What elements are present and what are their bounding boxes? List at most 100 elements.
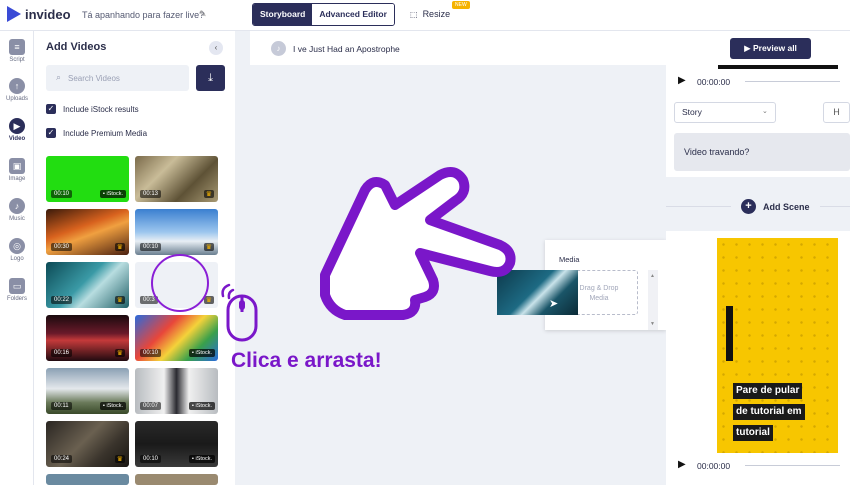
istock-badge: ▪ iStock. — [189, 349, 215, 357]
istock-badge: ▪ iStock. — [189, 402, 215, 410]
duration-badge: 00:11 — [51, 402, 72, 410]
premium-crown-icon: ♛ — [114, 296, 125, 304]
scroll-up-icon[interactable]: ▲ — [650, 273, 655, 279]
search-input[interactable] — [46, 65, 189, 91]
resize-icon: ⬚ — [410, 9, 418, 19]
duration-badge: 00:10 — [140, 349, 162, 357]
rail-item-video[interactable]: ▶ Video — [0, 118, 34, 142]
song-title[interactable]: I ve Just Had an Apostrophe — [293, 44, 400, 54]
rail-label: Logo — [10, 256, 24, 262]
plus-icon: + — [741, 199, 756, 214]
rail-item-folders[interactable]: ▭ Folders — [0, 278, 34, 302]
video-thumbnail-partial[interactable] — [135, 474, 218, 485]
playback-track[interactable] — [745, 81, 840, 82]
duration-badge: 00:24 — [51, 455, 73, 463]
rail-label: Music — [9, 216, 25, 222]
app-logo[interactable]: invideo — [7, 6, 71, 22]
checkbox-checked-icon: ✓ — [46, 128, 56, 138]
scene-1-preview-edge — [718, 65, 838, 69]
add-scene-button[interactable]: + Add Scene — [741, 199, 810, 214]
caption-line: de tutorial em — [733, 404, 805, 420]
rail-item-image[interactable]: ▣ Image — [0, 158, 34, 182]
video-icon: ▶ — [9, 118, 25, 134]
heading-button[interactable]: H — [823, 102, 850, 123]
click-and-drag-callout: Clica e arrasta! — [231, 349, 382, 372]
play-button[interactable]: ▶ — [678, 459, 686, 470]
scroll-down-icon[interactable]: ▼ — [650, 321, 655, 327]
video-thumbnail[interactable]: 00:07 ▪ iStock. — [135, 368, 218, 414]
istock-badge: ▪ iStock. — [100, 402, 126, 410]
preview-all-button[interactable]: ▶ Preview all — [730, 38, 811, 59]
upload-icon: ↑ — [9, 78, 25, 94]
pointing-hand-icon — [320, 166, 516, 320]
panel-title: Add Videos — [46, 41, 107, 53]
checkbox-checked-icon: ✓ — [46, 104, 56, 114]
upload-button[interactable]: ⤓ — [196, 65, 225, 91]
rail-item-script[interactable]: ≡ Script — [0, 39, 34, 63]
include-premium-checkbox[interactable]: ✓ Include Premium Media — [46, 128, 147, 138]
music-note-icon[interactable]: ♪ — [271, 41, 286, 56]
project-title[interactable]: Tá apanhando para fazer live? — [82, 10, 204, 20]
scene-2-accent-bar — [726, 306, 733, 361]
preview-label: Preview all — [752, 43, 797, 53]
play-button[interactable]: ▶ — [678, 75, 686, 86]
edit-pencil-icon[interactable]: ✎ — [199, 9, 207, 20]
script-icon: ≡ — [9, 39, 25, 55]
layout-select-value: Story — [682, 107, 702, 117]
playback-time: 00:00:00 — [697, 461, 731, 471]
add-videos-panel: Add Videos ‹ ⌕ ⤓ ✓ Include iStock result… — [34, 31, 235, 485]
checkbox-label: Include Premium Media — [63, 128, 148, 138]
rail-label: Video — [8, 136, 26, 142]
playback-track[interactable] — [745, 465, 840, 466]
tab-advanced-editor[interactable]: Advanced Editor — [312, 4, 394, 25]
video-thumbnail[interactable]: 00:16 ♛ — [46, 315, 129, 361]
video-thumbnail[interactable]: 00:10 ♛ — [135, 209, 218, 255]
caption-line: tutorial — [733, 425, 773, 441]
video-thumbnail[interactable]: 00:10 ▪ iStock. — [46, 156, 129, 202]
video-thumbnail[interactable]: 00:22 ♛ — [46, 262, 129, 308]
duration-badge: 00:10 — [140, 243, 162, 251]
video-thumbnail[interactable]: 00:30 ♛ — [46, 209, 129, 255]
resize-button[interactable]: ⬚ Resize — [410, 9, 450, 19]
video-thumbnail[interactable]: 00:13 ♛ — [135, 156, 218, 202]
chevron-down-icon: ⌄ — [762, 108, 768, 115]
add-scene-label: Add Scene — [763, 201, 810, 212]
left-rail: ≡ Script ↑ Uploads ▶ Video ▣ Image ♪ Mus… — [0, 31, 34, 485]
resize-label: Resize — [422, 9, 451, 19]
collapse-panel-button[interactable]: ‹ — [209, 41, 223, 55]
divider — [666, 206, 731, 207]
premium-crown-icon: ♛ — [203, 243, 214, 251]
media-title: Media — [559, 255, 580, 264]
checkbox-label: Include iStock results — [63, 104, 139, 114]
rail-item-uploads[interactable]: ↑ Uploads — [0, 78, 34, 102]
new-badge: NEW — [452, 1, 470, 9]
premium-crown-icon: ♛ — [203, 190, 214, 198]
caption-line: Pare de pular — [733, 383, 803, 399]
play-icon: ▶ — [744, 43, 753, 53]
tab-storyboard[interactable]: Storyboard — [253, 4, 313, 25]
rail-item-logo[interactable]: ◎ Logo — [0, 238, 34, 262]
scene-script-box[interactable]: Video travando? — [674, 133, 850, 171]
rail-item-music[interactable]: ♪ Music — [0, 198, 34, 222]
video-thumbnail[interactable]: 00:24 ♛ — [46, 421, 129, 467]
istock-badge: ▪ iStock. — [189, 455, 215, 463]
cursor-icon: ➤ — [549, 298, 559, 310]
premium-crown-icon: ♛ — [114, 349, 125, 357]
folder-icon: ▭ — [9, 278, 25, 294]
video-thumbnail[interactable]: 00:11 ▪ iStock. — [46, 368, 129, 414]
invideo-logo-icon — [7, 6, 21, 22]
video-thumbnail[interactable]: 00:10 ▪ iStock. — [135, 421, 218, 467]
layout-select[interactable]: Story — [674, 102, 776, 123]
logo-icon: ◎ — [9, 238, 25, 254]
image-icon: ▣ — [9, 158, 25, 174]
video-thumbnail-partial[interactable] — [46, 474, 129, 485]
video-thumbnail[interactable]: 00:10 ▪ iStock. — [135, 315, 218, 361]
playback-time: 00:00:00 — [697, 77, 731, 87]
duration-badge: 00:22 — [51, 296, 73, 304]
click-highlight-circle — [151, 254, 209, 312]
rail-label: Script — [9, 57, 25, 63]
logo-text: invideo — [25, 6, 71, 22]
include-istock-checkbox[interactable]: ✓ Include iStock results — [46, 104, 139, 114]
duration-badge: 00:13 — [140, 190, 162, 198]
scene-2-caption[interactable]: Pare de pular de tutorial em tutorial — [733, 380, 828, 443]
